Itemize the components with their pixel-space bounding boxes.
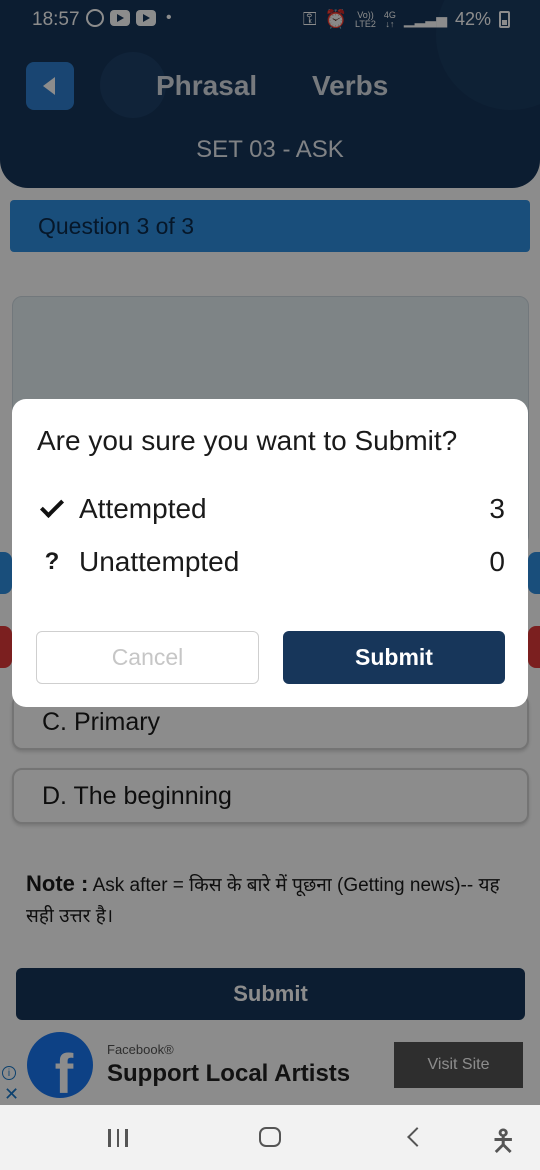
submit-confirmation-dialog: Are you sure you want to Submit? Attempt… [12, 399, 528, 707]
attempted-count: 3 [489, 493, 505, 524]
confirm-submit-button[interactable]: Submit [283, 631, 505, 684]
unattempted-count: 0 [489, 546, 505, 577]
dialog-title: Are you sure you want to Submit? [37, 425, 458, 456]
attempted-label: Attempted [79, 493, 207, 524]
unattempted-label: Unattempted [79, 546, 240, 577]
question-mark-icon: ? [44, 548, 60, 575]
checkmark-icon [39, 493, 65, 519]
cancel-button[interactable]: Cancel [36, 631, 259, 684]
recent-apps-icon[interactable] [108, 1129, 128, 1147]
accessibility-icon[interactable]: 🯅 [490, 1119, 516, 1170]
home-icon[interactable] [259, 1127, 281, 1147]
nav-back-icon[interactable] [407, 1127, 427, 1147]
unattempted-row: ? Unattempted 0 [37, 546, 505, 578]
attempted-row: Attempted 3 [37, 493, 505, 525]
system-nav-bar: 🯅 [0, 1105, 540, 1170]
